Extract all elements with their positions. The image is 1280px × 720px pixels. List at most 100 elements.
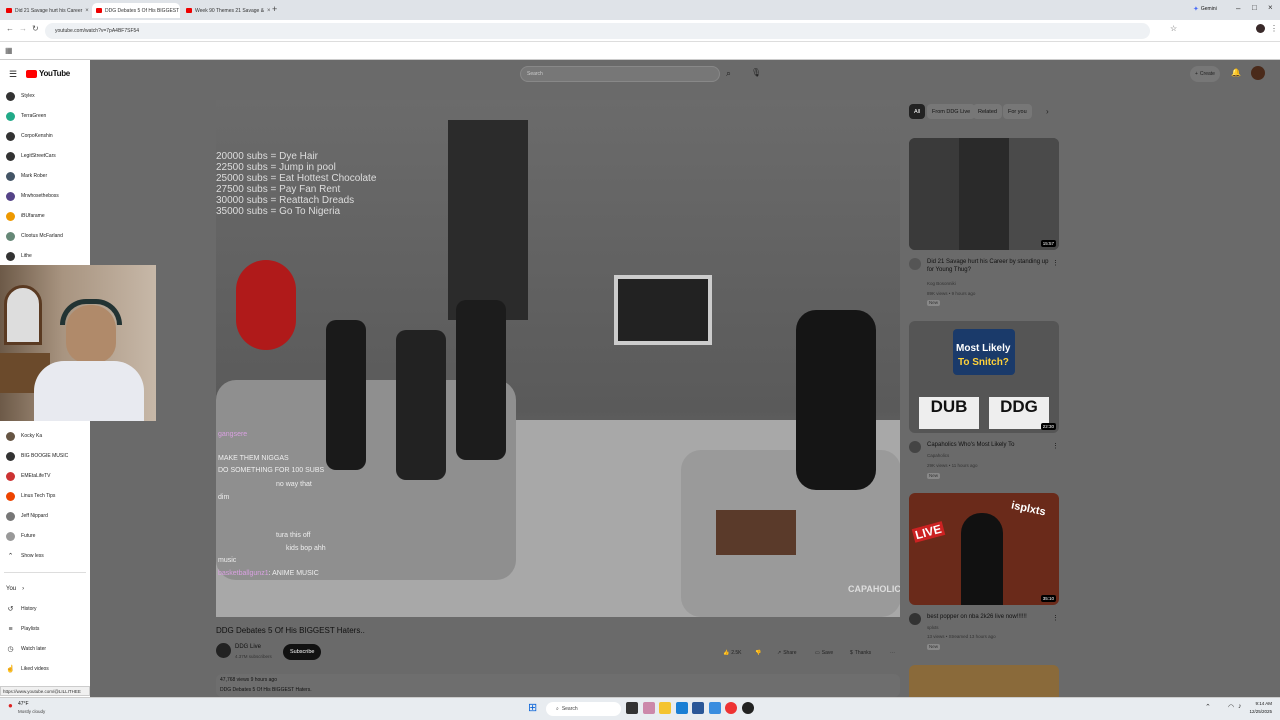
- dislike-button[interactable]: 👎: [755, 646, 761, 659]
- new-tab-icon[interactable]: +: [272, 4, 277, 14]
- url-field[interactable]: youtube.com/watch?v=7pA4BF7SF54: [45, 23, 1150, 39]
- browser-tab-active[interactable]: DDG Debates 5 Of His BIGGEST ×: [92, 3, 180, 18]
- bookmark-star-icon[interactable]: ☆: [1170, 24, 1177, 33]
- search-input[interactable]: Search: [520, 66, 720, 82]
- recommendation-channel[interactable]: Capaholics: [927, 453, 949, 459]
- recommendation-channel[interactable]: splxts: [927, 625, 939, 631]
- sidebar-item-subscription[interactable]: Linus Tech Tips: [6, 489, 86, 503]
- channel-avatar: [6, 231, 15, 241]
- microphone-icon[interactable]: 🎙: [751, 68, 761, 77]
- chip-for-you[interactable]: For you: [1003, 104, 1032, 119]
- more-options-icon[interactable]: ⋮: [1052, 442, 1059, 450]
- sidebar-item-subscription[interactable]: Mark Rober: [6, 169, 86, 183]
- file-explorer-icon[interactable]: [659, 702, 671, 714]
- thanks-button[interactable]: $ Thanks: [850, 646, 871, 659]
- browser-tab[interactable]: Did 21 Savage hurt his Career ×: [2, 3, 90, 18]
- apps-grid-icon[interactable]: ▦: [5, 46, 13, 55]
- recommendation-title[interactable]: best popper on nba 2k26 live now!!!!!!: [927, 613, 1052, 621]
- video-player[interactable]: 20000 subs = Dye Hair 22500 subs = Jump …: [216, 100, 900, 617]
- gemini-button[interactable]: ✦ Gemini: [1193, 5, 1217, 13]
- sidebar-item-subscription[interactable]: EMEtaLifeTV: [6, 469, 86, 483]
- more-options-icon[interactable]: ⋮: [1052, 259, 1059, 267]
- youtube-logo[interactable]: YouTube: [26, 69, 70, 78]
- sidebar-item-subscription[interactable]: iBUfarame: [6, 209, 86, 223]
- forward-icon[interactable]: →: [19, 24, 27, 33]
- maximize-icon[interactable]: □: [1252, 3, 1257, 12]
- menu-kebab-icon[interactable]: ⋮: [1270, 24, 1278, 33]
- sidebar-item-subscription[interactable]: Jeff Nippard: [6, 509, 86, 523]
- volume-icon[interactable]: ♪: [1238, 703, 1242, 710]
- recommendation-thumbnail[interactable]: 15:57: [909, 138, 1059, 250]
- channel-avatar[interactable]: [216, 643, 231, 658]
- sidebar-item-subscription[interactable]: Future: [6, 529, 86, 543]
- close-tab-icon[interactable]: ×: [85, 8, 89, 14]
- share-button[interactable]: ↗ Share: [777, 646, 797, 659]
- recommendation-thumbnail[interactable]: [909, 665, 1059, 697]
- sidebar-item-subscription[interactable]: Lithe: [6, 249, 86, 263]
- chrome-icon[interactable]: [725, 702, 737, 714]
- sidebar-item-liked-videos[interactable]: ☝ Liked videos: [6, 662, 86, 676]
- app-icon[interactable]: [643, 702, 655, 714]
- back-icon[interactable]: ←: [6, 24, 14, 33]
- recommendation-title[interactable]: Did 21 Savage hurt his Career by standin…: [927, 258, 1052, 274]
- windows-start-icon[interactable]: ⊞: [528, 701, 537, 714]
- taskbar-search[interactable]: ⌕ Search: [546, 702, 621, 716]
- sidebar-item-subscription[interactable]: Stylex: [6, 89, 86, 103]
- wifi-icon[interactable]: ◠: [1228, 703, 1234, 711]
- weather-temp[interactable]: 47°F: [18, 701, 29, 707]
- chevron-right-icon[interactable]: ›: [1046, 107, 1049, 116]
- browser-tab[interactable]: Week 90 Themes 21 Savage & ×: [182, 3, 270, 18]
- sidebar-item-subscription[interactable]: Kocky Ka: [6, 429, 86, 443]
- sidebar-you-heading[interactable]: You ›: [6, 582, 86, 596]
- sidebar-item-playlists[interactable]: ≡ Playlists: [6, 622, 86, 636]
- recommendation-channel[interactable]: Kog Bosonniki: [927, 281, 956, 287]
- sidebar-item-history[interactable]: ↺ History: [6, 602, 86, 616]
- minimize-icon[interactable]: –: [1236, 4, 1240, 13]
- person-red-hair-shape: [236, 260, 296, 350]
- app-icon[interactable]: [709, 702, 721, 714]
- obs-icon[interactable]: [742, 702, 754, 714]
- weather-icon[interactable]: ●: [8, 701, 13, 710]
- description-box[interactable]: [216, 674, 900, 697]
- sidebar-item-subscription[interactable]: LegitStreetCars: [6, 149, 86, 163]
- more-options-icon[interactable]: ⋮: [1052, 614, 1059, 622]
- like-button[interactable]: 👍 2.5K: [723, 646, 742, 659]
- recommendation-thumbnail[interactable]: LIVE isplxts 35:10: [909, 493, 1059, 605]
- tray-chevron-icon[interactable]: ⌃: [1205, 703, 1211, 711]
- sidebar-item-subscription[interactable]: Clootus McFarland: [6, 229, 86, 243]
- share-icon: ↗: [777, 649, 782, 656]
- edge-icon[interactable]: [676, 702, 688, 714]
- hamburger-menu-icon[interactable]: ☰: [9, 69, 17, 80]
- sidebar-item-watch-later[interactable]: ◷ Watch later: [6, 642, 86, 656]
- clock-time[interactable]: 9:14 AM: [1250, 701, 1272, 706]
- show-less-button[interactable]: ⌃ Show less: [6, 549, 86, 563]
- sidebar-item-subscription[interactable]: CorpoKenshin: [6, 129, 86, 143]
- channel-name[interactable]: DDG Live: [235, 644, 261, 650]
- chip-related[interactable]: Related: [973, 104, 1002, 119]
- sidebar-item-subscription[interactable]: Mrwhosetheboss: [6, 189, 86, 203]
- sidebar-item-subscription[interactable]: TerraGreen: [6, 109, 86, 123]
- notifications-bell-icon[interactable]: 🔔: [1231, 68, 1241, 77]
- channel-avatar[interactable]: [909, 613, 921, 625]
- sidebar-item-subscription[interactable]: BIG BOOGIE MUSIC: [6, 449, 86, 463]
- chip-all[interactable]: All: [909, 104, 926, 119]
- more-actions-icon[interactable]: ⋯: [890, 646, 895, 659]
- account-avatar[interactable]: [1251, 66, 1265, 80]
- recommendation-thumbnail[interactable]: Most Likely To Snitch? DUB DDG 22:30: [909, 321, 1059, 433]
- close-window-icon[interactable]: ×: [1268, 3, 1273, 12]
- subscribe-button[interactable]: Subscribe: [283, 644, 322, 660]
- save-button[interactable]: ▭ Save: [815, 646, 833, 659]
- clock-date[interactable]: 12/25/2025: [1244, 709, 1272, 714]
- recommendation-title[interactable]: Capaholics Who's Most Likely To: [927, 441, 1052, 449]
- search-icon[interactable]: ⌕: [726, 68, 731, 79]
- task-view-icon[interactable]: [626, 702, 638, 714]
- chip-from-ddg-live[interactable]: From DDG Live: [927, 104, 976, 119]
- reload-icon[interactable]: ↻: [32, 24, 39, 33]
- profile-avatar-icon[interactable]: [1256, 24, 1265, 33]
- create-button[interactable]: + Create: [1190, 66, 1220, 82]
- app-icon[interactable]: [692, 702, 704, 714]
- close-tab-icon[interactable]: ×: [267, 8, 270, 14]
- channel-avatar[interactable]: [909, 441, 921, 453]
- thumb-panel: [1009, 138, 1059, 250]
- channel-avatar[interactable]: [909, 258, 921, 270]
